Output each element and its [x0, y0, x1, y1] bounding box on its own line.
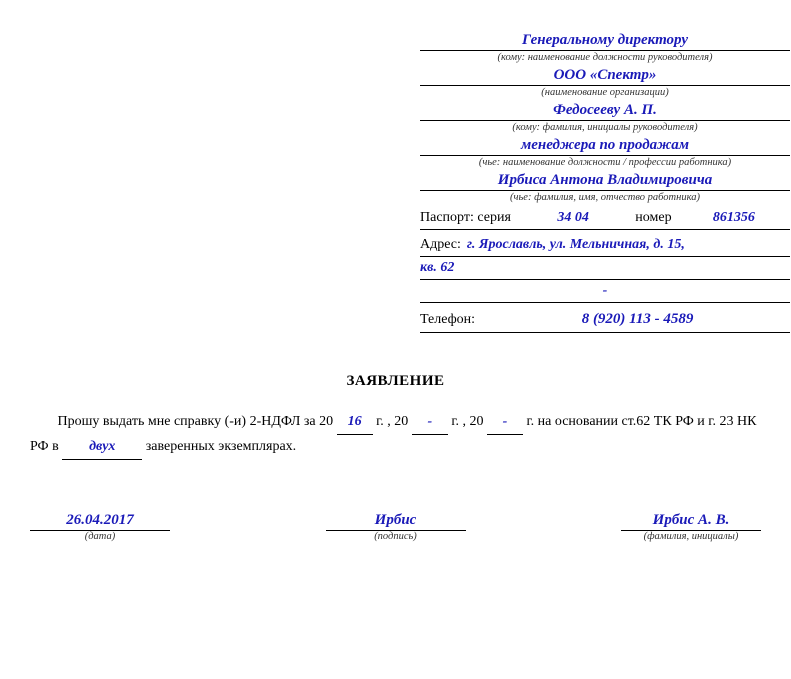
org-name-caption: (наименование организации): [420, 86, 790, 100]
from-person-caption: (чье: фамилия, имя, отчество работника): [420, 191, 790, 205]
document-title: ЗАЯВЛЕНИЕ: [30, 373, 761, 390]
address-line-2: кв. 62: [420, 257, 790, 280]
name-column: Ирбис А. В. (фамилия, инициалы): [621, 510, 761, 542]
body-after-year2: г. , 20: [451, 414, 483, 429]
body-suffix: заверенных экземплярах.: [146, 439, 296, 454]
passport-row: Паспорт: серия 34 04 номер 861356: [420, 207, 790, 230]
from-person: Ирбиса Антона Владимировича: [420, 170, 790, 191]
phone-value: 8 (920) 113 - 4589: [485, 307, 790, 331]
to-person: Федосееву А. П.: [420, 100, 790, 121]
address-block: Адрес: г. Ярославль, ул. Мельничная, д. …: [420, 234, 790, 303]
year2: -: [412, 410, 448, 435]
phone-label: Телефон:: [420, 308, 475, 332]
sign-value: Ирбис: [326, 510, 466, 531]
body-prefix: Прошу выдать мне справку (-и) 2-НДФЛ за …: [58, 414, 334, 429]
year1: 16: [337, 410, 373, 435]
passport-number-label: номер: [635, 207, 671, 229]
from-position: менеджера по продажам: [420, 135, 790, 156]
name-value: Ирбис А. В.: [621, 510, 761, 531]
address-label: Адрес:: [420, 234, 461, 256]
name-caption: (фамилия, инициалы): [621, 531, 761, 542]
to-position: Генеральному директору: [420, 30, 790, 51]
header-block: Генеральному директору (кому: наименован…: [420, 30, 790, 333]
passport-number: 861356: [678, 207, 790, 229]
address-value-1: г. Ярославль, ул. Мельничная, д. 15,: [467, 234, 790, 256]
to-position-caption: (кому: наименование должности руководите…: [420, 51, 790, 65]
sign-caption: (подпись): [326, 531, 466, 542]
org-name: ООО «Спектр»: [420, 65, 790, 86]
address-line-1: Адрес: г. Ярославль, ул. Мельничная, д. …: [420, 234, 790, 257]
address-value-2: кв. 62: [420, 257, 790, 279]
body-text: Прошу выдать мне справку (-и) 2-НДФЛ за …: [30, 410, 761, 460]
phone-row: Телефон: 8 (920) 113 - 4589: [420, 307, 790, 333]
copies: двух: [62, 435, 142, 460]
document-page: Генеральному директору (кому: наименован…: [0, 0, 791, 679]
to-person-caption: (кому: фамилия, инициалы руководителя): [420, 121, 790, 135]
body-after-year1: г. , 20: [376, 414, 408, 429]
address-value-3: -: [420, 280, 790, 302]
from-position-caption: (чье: наименование должности / профессии…: [420, 156, 790, 170]
date-value: 26.04.2017: [30, 510, 170, 531]
date-column: 26.04.2017 (дата): [30, 510, 170, 542]
date-caption: (дата): [30, 531, 170, 542]
year3: -: [487, 410, 523, 435]
signature-row: 26.04.2017 (дата) Ирбис (подпись) Ирбис …: [30, 510, 761, 542]
address-line-3: -: [420, 280, 790, 303]
passport-label: Паспорт: серия: [420, 207, 511, 229]
sign-column: Ирбис (подпись): [326, 510, 466, 542]
passport-series: 34 04: [517, 207, 629, 229]
